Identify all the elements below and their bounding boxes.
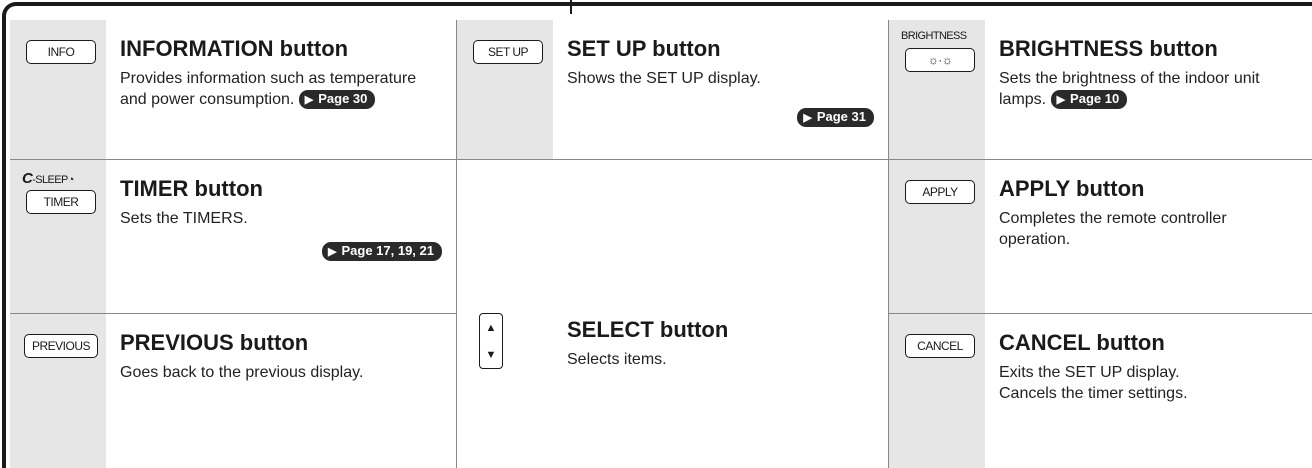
page-ref-label: Page 10 — [1070, 91, 1120, 106]
setup-button-cell: SET UP SET UP button Shows the SET UP di… — [457, 20, 889, 160]
page-ref-badge[interactable]: ▶ Page 17, 19, 21 — [322, 242, 442, 261]
cancel-button-title: CANCEL button — [999, 330, 1165, 355]
previous-button-title: PREVIOUS button — [120, 330, 309, 355]
icon-column: SET UP — [457, 20, 553, 159]
page-ref-badge[interactable]: ▶ Page 30 — [298, 90, 376, 109]
brightness-button-text: Sets the brightness of the indoor unit l… — [999, 68, 1298, 110]
cancel-desc-line2: Cancels the timer settings. — [999, 385, 1188, 402]
select-button-cell: ▲ ▼ SELECT button Selects items. — [457, 160, 889, 468]
timer-button-cell: C-SLEEP◔ TIMER TIMER button Sets the TIM… — [10, 160, 457, 314]
previous-button-cell: PREVIOUS PREVIOUS button Goes back to th… — [10, 314, 457, 468]
apply-button-title: APPLY button — [999, 176, 1145, 201]
sun-icon: ☼·☼ — [905, 48, 975, 72]
page-ref-label: Page 17, 19, 21 — [341, 243, 434, 258]
setup-button-title: SET UP button — [567, 36, 721, 61]
info-button-text: Provides information such as temperature… — [120, 68, 442, 110]
setup-button-icon: SET UP — [473, 40, 543, 64]
info-button-cell: INFO INFORMATION button Provides informa… — [10, 20, 457, 160]
button-reference-grid: INFO INFORMATION button Provides informa… — [10, 20, 1312, 468]
info-button-title: INFORMATION button — [120, 36, 349, 61]
timer-button-title: TIMER button — [120, 176, 263, 201]
down-arrow-icon: ▼ — [485, 348, 497, 361]
select-arrows-icon: ▲ ▼ — [479, 313, 503, 369]
apply-button-text: Completes the remote controller operatio… — [999, 210, 1227, 248]
previous-description: PREVIOUS button Goes back to the previou… — [106, 314, 456, 468]
select-button-text: Selects items. — [567, 351, 667, 368]
apply-button-icon: APPLY — [905, 180, 975, 204]
icon-column: APPLY — [889, 160, 985, 313]
clock-icon: ◔ — [67, 174, 75, 186]
cancel-button-icon: CANCEL — [905, 334, 975, 358]
brightness-description: BRIGHTNESS button Sets the brightness of… — [985, 20, 1312, 159]
icon-column: CANCEL — [889, 314, 985, 468]
play-arrow-icon: ▶ — [1056, 94, 1066, 106]
icon-column: C-SLEEP◔ TIMER — [10, 160, 106, 313]
brightness-desc-text: Sets the brightness of the indoor unit l… — [999, 70, 1260, 108]
cancel-desc-line1: Exits the SET UP display. — [999, 364, 1180, 381]
previous-button-icon: PREVIOUS — [24, 334, 98, 358]
brightness-caption: BRIGHTNESS — [901, 30, 967, 42]
select-button-title: SELECT button — [567, 317, 729, 342]
previous-button-text: Goes back to the previous display. — [120, 364, 364, 381]
frame-notch — [570, 0, 572, 14]
icon-column: ▲ ▼ — [457, 160, 553, 468]
timer-description: TIMER button Sets the TIMERS. ▶ Page 17, … — [106, 160, 456, 313]
cancel-button-text: Exits the SET UP display. Cancels the ti… — [999, 362, 1298, 404]
c-sleep-caption: C-SLEEP◔ — [22, 170, 74, 187]
select-description: SELECT button Selects items. — [553, 160, 888, 468]
play-arrow-icon: ▶ — [803, 112, 812, 124]
page-ref-badge[interactable]: ▶ Page 10 — [1050, 90, 1128, 109]
play-arrow-icon: ▶ — [328, 246, 337, 258]
info-button-icon: INFO — [26, 40, 96, 64]
brightness-button-title: BRIGHTNESS button — [999, 36, 1218, 61]
info-description: INFORMATION button Provides information … — [106, 20, 456, 159]
icon-column: PREVIOUS — [10, 314, 106, 468]
brightness-button-cell: BRIGHTNESS ☼·☼ BRIGHTNESS button Sets th… — [889, 20, 1312, 160]
cancel-description: CANCEL button Exits the SET UP display. … — [985, 314, 1312, 468]
apply-button-cell: APPLY APPLY button Completes the remote … — [889, 160, 1312, 314]
up-arrow-icon: ▲ — [485, 321, 497, 334]
icon-column: INFO — [10, 20, 106, 159]
timer-button-text: Sets the TIMERS. — [120, 210, 248, 227]
apply-description: APPLY button Completes the remote contro… — [985, 160, 1312, 313]
page-ref-label: Page 31 — [816, 109, 866, 124]
timer-button-icon: TIMER — [26, 190, 96, 214]
play-arrow-icon: ▶ — [304, 94, 314, 106]
page-ref-label: Page 30 — [318, 91, 368, 106]
setup-description: SET UP button Shows the SET UP display. … — [553, 20, 888, 159]
setup-button-text: Shows the SET UP display. — [567, 70, 761, 87]
icon-column: BRIGHTNESS ☼·☼ — [889, 20, 985, 159]
cancel-button-cell: CANCEL CANCEL button Exits the SET UP di… — [889, 314, 1312, 468]
page-ref-badge[interactable]: ▶ Page 31 — [797, 108, 874, 127]
